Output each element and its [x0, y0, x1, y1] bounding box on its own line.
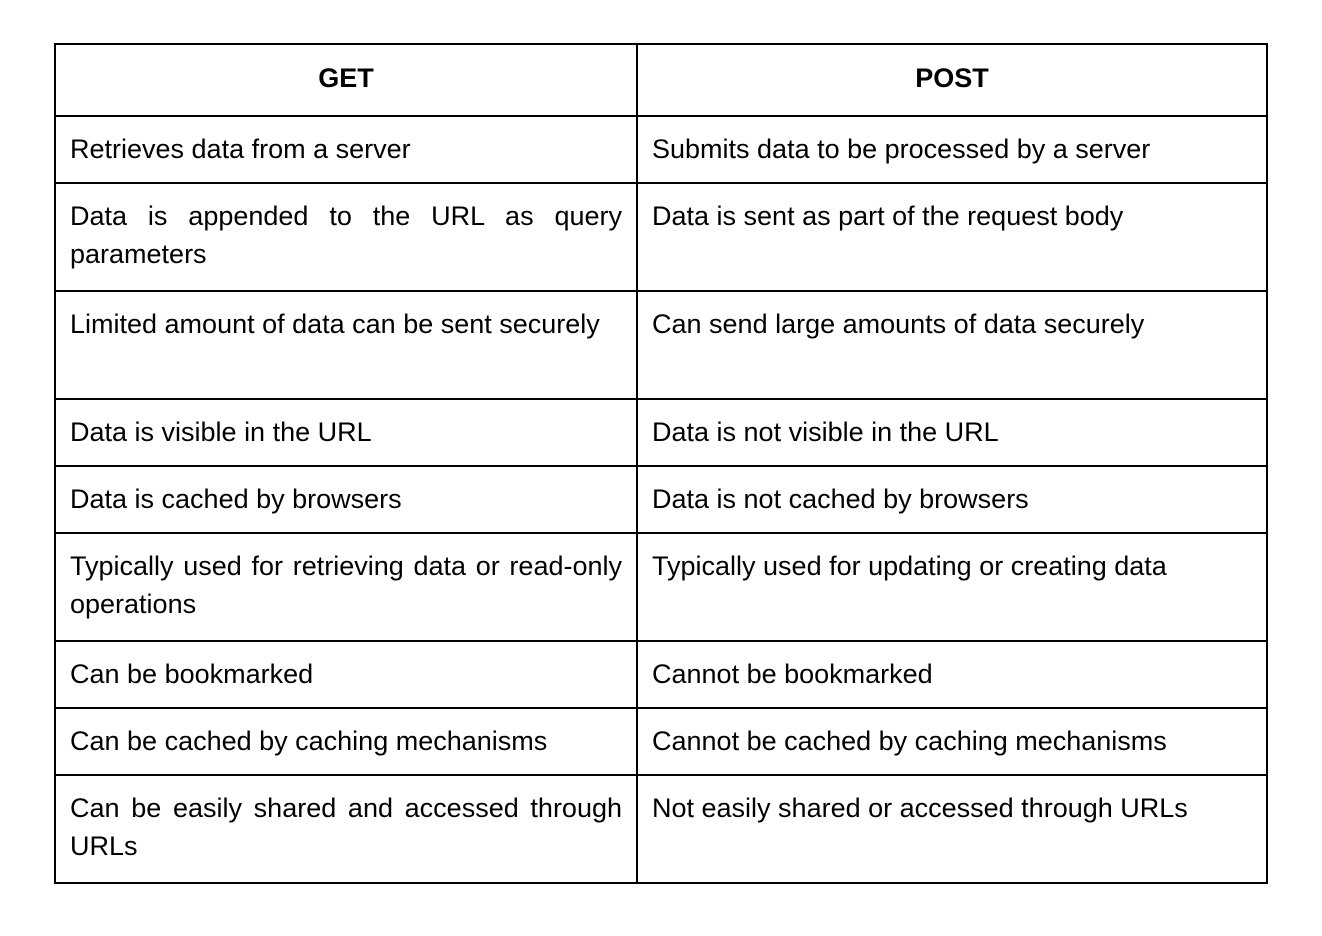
post-cell: Typically used for updating or creating …	[636, 532, 1268, 642]
table-row: Limited amount of data can be sent secur…	[54, 290, 1268, 400]
get-cell: Can be cached by caching mechanisms	[54, 707, 638, 776]
get-cell: Limited amount of data can be sent secur…	[54, 290, 638, 400]
header-row: GET POST	[54, 43, 1268, 117]
table-row: Data is appended to the URL as query par…	[54, 182, 1268, 292]
table-row: Retrieves data from a server Submits dat…	[54, 115, 1268, 184]
table-row: Data is visible in the URL Data is not v…	[54, 398, 1268, 467]
post-cell: Data is sent as part of the request body	[636, 182, 1268, 292]
post-cell: Not easily shared or accessed through UR…	[636, 774, 1268, 884]
table-row: Can be cached by caching mechanisms Cann…	[54, 707, 1268, 776]
table-row: Data is cached by browsers Data is not c…	[54, 465, 1268, 534]
get-vs-post-table: GET POST Retrieves data from a server Su…	[54, 43, 1268, 884]
post-cell: Submits data to be processed by a server	[636, 115, 1268, 184]
table-row: Typically used for retrieving data or re…	[54, 532, 1268, 642]
post-cell: Data is not visible in the URL	[636, 398, 1268, 467]
get-cell: Can be bookmarked	[54, 640, 638, 709]
get-cell: Data is visible in the URL	[54, 398, 638, 467]
post-cell: Cannot be cached by caching mechanisms	[636, 707, 1268, 776]
get-cell: Data is appended to the URL as query par…	[54, 182, 638, 292]
get-cell: Data is cached by browsers	[54, 465, 638, 534]
get-cell: Can be easily shared and accessed throug…	[54, 774, 638, 884]
post-cell: Data is not cached by browsers	[636, 465, 1268, 534]
post-cell: Cannot be bookmarked	[636, 640, 1268, 709]
header-get: GET	[54, 43, 638, 117]
table-row: Can be bookmarked Cannot be bookmarked	[54, 640, 1268, 709]
get-cell: Typically used for retrieving data or re…	[54, 532, 638, 642]
get-cell: Retrieves data from a server	[54, 115, 638, 184]
table-row: Can be easily shared and accessed throug…	[54, 774, 1268, 884]
post-cell: Can send large amounts of data securely	[636, 290, 1268, 400]
header-post: POST	[636, 43, 1268, 117]
